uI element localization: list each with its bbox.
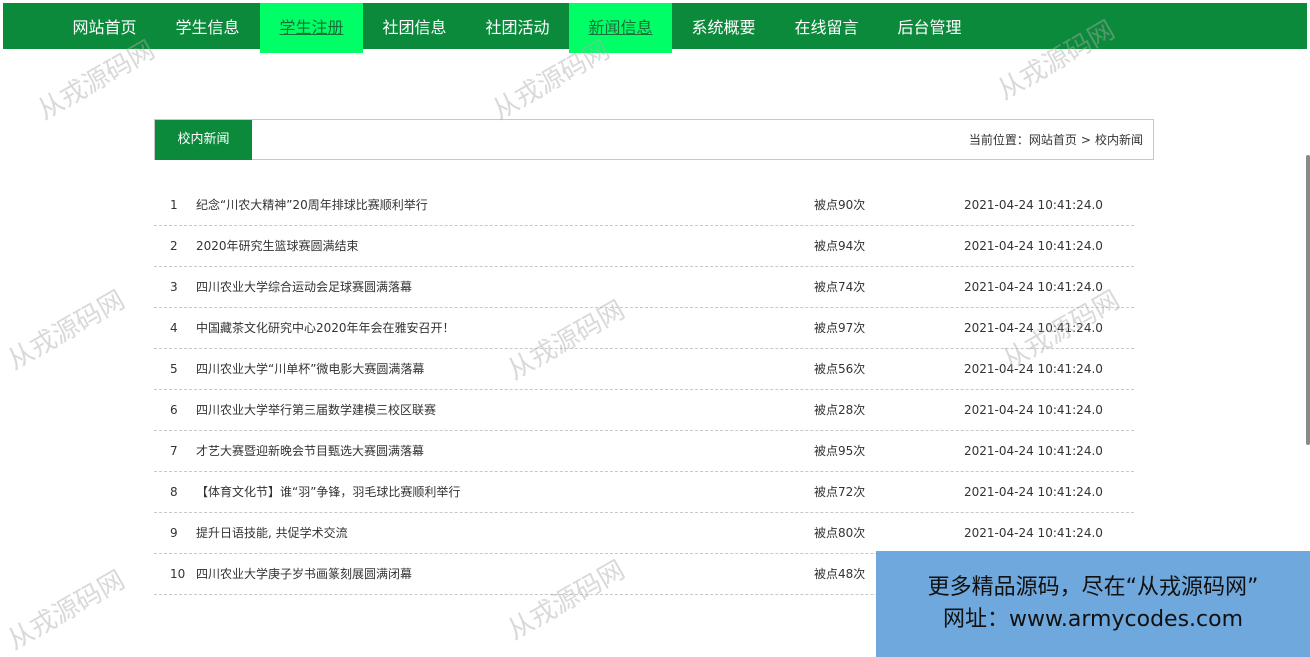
table-row: 7 才艺大赛暨迎新晚会节目甄选大赛圆满落幕 被点95次 2021-04-24 1…: [154, 431, 1134, 472]
breadcrumb: 当前位置：网站首页 > 校内新闻: [969, 120, 1143, 160]
publish-date: 2021-04-24 10:41:24.0: [964, 485, 1103, 499]
breadcrumb-home-link[interactable]: 网站首页: [1029, 133, 1077, 147]
view-count: 被点48次: [814, 567, 866, 581]
news-title-link[interactable]: 【体育文化节】谁“羽”争锋，羽毛球比赛顺利举行: [196, 472, 460, 513]
news-title-link[interactable]: 纪念“川农大精神”20周年排球比赛顺利举行: [196, 185, 428, 226]
table-row: 8 【体育文化节】谁“羽”争锋，羽毛球比赛顺利举行 被点72次 2021-04-…: [154, 472, 1134, 513]
publish-date: 2021-04-24 10:41:24.0: [964, 280, 1103, 294]
row-number: 3: [170, 280, 178, 294]
publish-date: 2021-04-24 10:41:24.0: [964, 321, 1103, 335]
view-count: 被点94次: [814, 239, 866, 253]
publish-date: 2021-04-24 10:41:24.0: [964, 403, 1103, 417]
section-tab[interactable]: 校内新闻: [155, 120, 252, 160]
section-header: 校内新闻 当前位置：网站首页 > 校内新闻: [154, 119, 1154, 160]
publish-date: 2021-04-24 10:41:24.0: [964, 198, 1103, 212]
page: 网站首页 学生信息 学生注册 社团信息 社团活动 新闻信息 系统概要 在线留言 …: [0, 0, 1310, 657]
news-title-link[interactable]: 中国藏茶文化研究中心2020年年会在雅安召开！: [196, 308, 455, 349]
row-number: 1: [170, 198, 178, 212]
breadcrumb-separator: >: [1080, 133, 1091, 147]
nav-item-register[interactable]: 学生注册: [260, 3, 363, 53]
breadcrumb-current: 校内新闻: [1094, 133, 1143, 147]
publish-date: 2021-04-24 10:41:24.0: [964, 362, 1103, 376]
row-number: 8: [170, 485, 178, 499]
news-title-link[interactable]: 提升日语技能, 共促学术交流: [196, 513, 348, 554]
news-title-link[interactable]: 才艺大赛暨迎新晚会节目甄选大赛圆满落幕: [196, 431, 424, 472]
nav-item-admin[interactable]: 后台管理: [878, 3, 981, 49]
table-row: 6 四川农业大学举行第三届数学建模三校区联赛 被点28次 2021-04-24 …: [154, 390, 1134, 431]
vertical-scrollbar[interactable]: [1306, 155, 1310, 445]
news-title-link[interactable]: 四川农业大学举行第三届数学建模三校区联赛: [196, 390, 436, 431]
publish-date: 2021-04-24 10:41:24.0: [964, 526, 1103, 540]
nav-item-students[interactable]: 学生信息: [156, 3, 259, 49]
table-row: 4 中国藏茶文化研究中心2020年年会在雅安召开！ 被点97次 2021-04-…: [154, 308, 1134, 349]
row-number: 6: [170, 403, 178, 417]
row-number: 9: [170, 526, 178, 540]
nav-item-home[interactable]: 网站首页: [53, 3, 156, 49]
nav-item-news[interactable]: 新闻信息: [569, 3, 672, 53]
row-number: 2: [170, 239, 178, 253]
breadcrumb-prefix: 当前位置：: [968, 133, 1029, 147]
news-title-link[interactable]: 四川农业大学庚子岁书画篆刻展圆满闭幕: [196, 554, 412, 595]
nav-item-overview[interactable]: 系统概要: [672, 3, 775, 49]
row-number: 7: [170, 444, 178, 458]
row-number: 4: [170, 321, 178, 335]
view-count: 被点74次: [814, 280, 866, 294]
view-count: 被点28次: [814, 403, 866, 417]
news-title-link[interactable]: 四川农业大学“川单杯”微电影大赛圆满落幕: [196, 349, 424, 390]
nav-item-clubs[interactable]: 社团信息: [363, 3, 466, 49]
watermark: 从戎源码网: [2, 565, 131, 657]
publish-date: 2021-04-24 10:41:24.0: [964, 239, 1103, 253]
news-list: 1 纪念“川农大精神”20周年排球比赛顺利举行 被点90次 2021-04-24…: [154, 185, 1134, 595]
promo-banner: 更多精品源码，尽在“从戎源码网” 网址：www.armycodes.com: [876, 551, 1310, 657]
nav-item-activities[interactable]: 社团活动: [466, 3, 569, 49]
view-count: 被点72次: [814, 485, 866, 499]
table-row: 2 2020年研究生篮球赛圆满结束 被点94次 2021-04-24 10:41…: [154, 226, 1134, 267]
row-number: 5: [170, 362, 178, 376]
view-count: 被点95次: [814, 444, 866, 458]
top-nav: 网站首页 学生信息 学生注册 社团信息 社团活动 新闻信息 系统概要 在线留言 …: [3, 3, 1307, 53]
publish-date: 2021-04-24 10:41:24.0: [964, 444, 1103, 458]
table-row: 9 提升日语技能, 共促学术交流 被点80次 2021-04-24 10:41:…: [154, 513, 1134, 554]
promo-line-1: 更多精品源码，尽在“从戎源码网”: [927, 575, 1259, 600]
table-row: 1 纪念“川农大精神”20周年排球比赛顺利举行 被点90次 2021-04-24…: [154, 185, 1134, 226]
news-title-link[interactable]: 四川农业大学综合运动会足球赛圆满落幕: [196, 267, 412, 308]
view-count: 被点97次: [814, 321, 866, 335]
view-count: 被点80次: [814, 526, 866, 540]
row-number: 10: [170, 567, 186, 581]
watermark: 从戎源码网: [2, 285, 131, 377]
table-row: 5 四川农业大学“川单杯”微电影大赛圆满落幕 被点56次 2021-04-24 …: [154, 349, 1134, 390]
nav-item-messages[interactable]: 在线留言: [775, 3, 878, 49]
view-count: 被点56次: [814, 362, 866, 376]
table-row: 3 四川农业大学综合运动会足球赛圆满落幕 被点74次 2021-04-24 10…: [154, 267, 1134, 308]
news-title-link[interactable]: 2020年研究生篮球赛圆满结束: [196, 226, 359, 267]
view-count: 被点90次: [814, 198, 866, 212]
promo-line-2: 网址：www.armycodes.com: [942, 607, 1244, 632]
